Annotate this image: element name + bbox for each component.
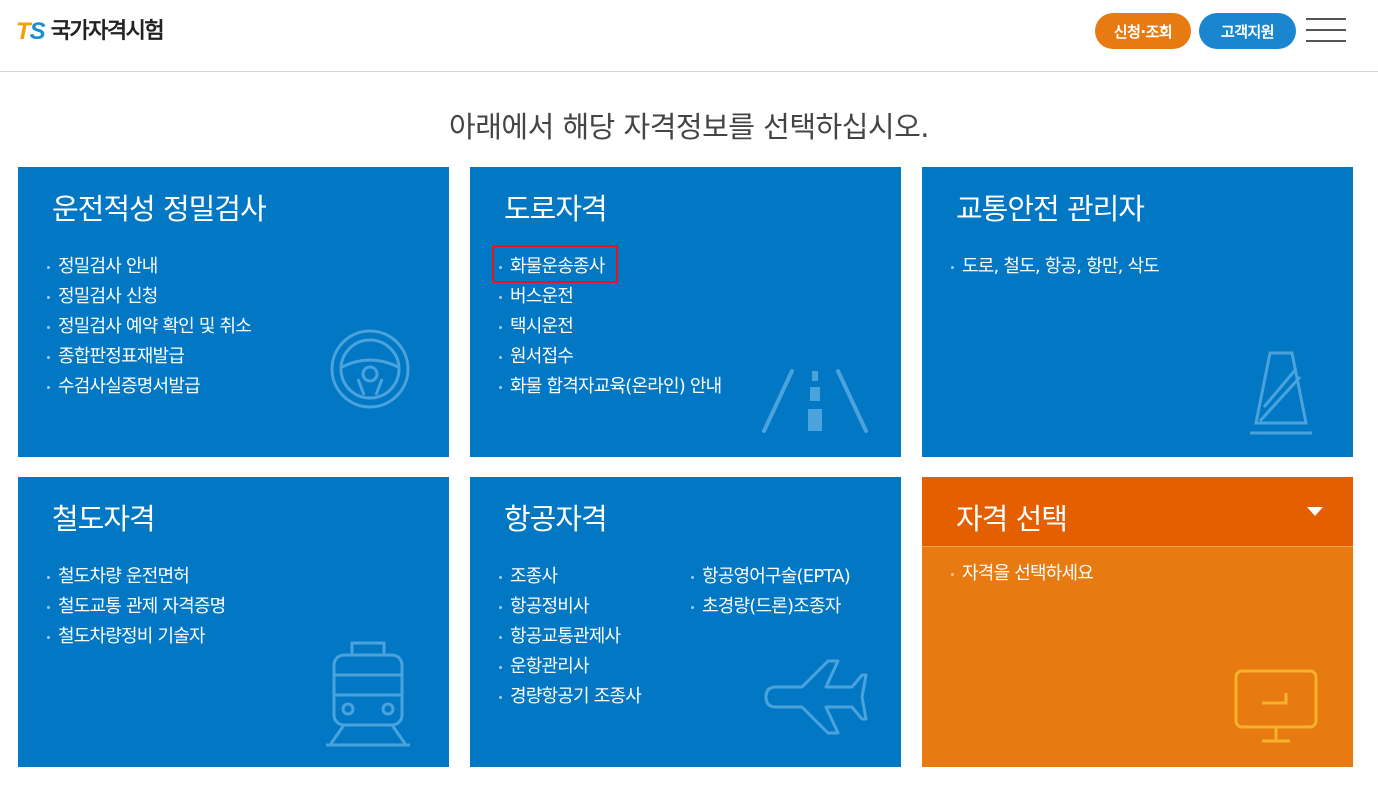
card-title[interactable]: 도로자격 — [504, 189, 608, 229]
select-prompt-text: 자격을 선택하세요 — [950, 559, 1094, 589]
apply-inquiry-button[interactable]: 신청·조회 — [1095, 13, 1191, 49]
card-railway-qualification: 철도자격 철도차량 운전면허 철도교통 관제 자격증명 철도차량정비 기술자 — [18, 477, 449, 767]
menu-item-freight-transport[interactable]: 화물운송종사 — [498, 252, 721, 282]
monitor-arrow-icon — [1234, 669, 1318, 743]
menu-item-freight-online-education[interactable]: 화물 합격자교육(온라인) 안내 — [498, 372, 722, 402]
card-title[interactable]: 철도자격 — [52, 499, 156, 539]
menu-item-flight-dispatcher[interactable]: 운항관리사 — [498, 652, 641, 682]
menu-item-reservation-check[interactable]: 정밀검사 예약 확인 및 취소 — [46, 312, 252, 342]
airplane-icon — [764, 659, 868, 735]
card-aviation-qualification: 항공자격 조종사 항공정비사 항공교통관제사 운항관리사 경량항공기 조종사 항… — [470, 477, 901, 767]
card-title[interactable]: 운전적성 정밀검사 — [52, 189, 267, 229]
menu-item-bus-driving[interactable]: 버스운전 — [498, 282, 721, 312]
menu-item-drone-pilot[interactable]: 초경량(드론)조종자 — [690, 592, 850, 622]
menu-item-test-guide[interactable]: 정밀검사 안내 — [46, 252, 251, 282]
hamburger-menu-icon[interactable] — [1306, 17, 1346, 43]
menu-item-aircraft-mechanic[interactable]: 항공정비사 — [498, 592, 641, 622]
card-menu-list: 도로, 철도, 항공, 항만, 삭도 — [950, 252, 1160, 282]
select-title: 자격 선택 — [956, 502, 1068, 536]
menu-item-air-traffic-controller[interactable]: 항공교통관제사 — [498, 622, 641, 652]
card-menu-list-col2: 항공영어구술(EPTA) 초경량(드론)조종자 — [690, 562, 851, 622]
caret-down-icon — [1307, 507, 1323, 516]
site-header: TS 국가자격시험 신청·조회 고객지원 — [0, 0, 1378, 72]
card-menu-list: 철도차량 운전면허 철도교통 관제 자격증명 철도차량정비 기술자 — [46, 562, 226, 652]
menu-item-epta[interactable]: 항공영어구술(EPTA) — [690, 562, 851, 592]
card-road-qualification: 도로자격 화물운송종사 버스운전 택시운전 원서접수 화물 합격자교육(온라인)… — [470, 167, 901, 457]
menu-item-certificate-issue[interactable]: 수검사실증명서발급 — [46, 372, 251, 402]
traffic-cone-icon — [1250, 351, 1312, 435]
site-logo[interactable]: TS 국가자격시험 — [16, 17, 165, 47]
steering-wheel-icon — [330, 329, 410, 409]
logo-text: 국가자격시험 — [50, 19, 165, 44]
menu-item-judgment-reissue[interactable]: 종합판정표재발급 — [46, 342, 251, 372]
menu-item-test-apply[interactable]: 정밀검사 신청 — [46, 282, 251, 312]
road-icon — [762, 369, 868, 433]
card-menu-list: 정밀검사 안내 정밀검사 신청 정밀검사 예약 확인 및 취소 종합판정표재발급… — [46, 252, 252, 402]
menu-item-pilot[interactable]: 조종사 — [498, 562, 641, 592]
menu-item-rail-license[interactable]: 철도차량 운전면허 — [46, 562, 225, 592]
menu-item-light-aircraft-pilot[interactable]: 경량항공기 조종사 — [498, 682, 642, 712]
train-icon — [326, 641, 410, 747]
menu-item-rail-control-cert[interactable]: 철도교통 관제 자격증명 — [46, 592, 226, 622]
card-title[interactable]: 항공자격 — [504, 499, 608, 539]
customer-support-button[interactable]: 고객지원 — [1199, 13, 1296, 49]
ts-logo-mark: TS — [16, 18, 46, 45]
card-title[interactable]: 교통안전 관리자 — [956, 189, 1145, 229]
card-menu-list-col1: 조종사 항공정비사 항공교통관제사 운항관리사 경량항공기 조종사 — [498, 562, 642, 712]
card-safety-manager: 교통안전 관리자 도로, 철도, 항공, 항만, 삭도 — [922, 167, 1353, 457]
card-menu-list: 화물운송종사 버스운전 택시운전 원서접수 화물 합격자교육(온라인) 안내 — [498, 252, 722, 402]
menu-item-application[interactable]: 원서접수 — [498, 342, 721, 372]
menu-item-rail-maintenance-tech[interactable]: 철도차량정비 기술자 — [46, 622, 225, 652]
menu-item-safety-fields[interactable]: 도로, 철도, 항공, 항만, 삭도 — [950, 252, 1160, 282]
page-headline: 아래에서 해당 자격정보를 선택하십시오. — [449, 110, 929, 144]
menu-item-taxi-driving[interactable]: 택시운전 — [498, 312, 721, 342]
card-aptitude-test: 운전적성 정밀검사 정밀검사 안내 정밀검사 신청 정밀검사 예약 확인 및 취… — [18, 167, 449, 457]
card-menu-list: 자격을 선택하세요 — [950, 559, 1094, 589]
card-qualification-select: 자격 선택 자격을 선택하세요 — [922, 477, 1353, 767]
qualification-select-dropdown[interactable]: 자격 선택 — [922, 477, 1353, 547]
